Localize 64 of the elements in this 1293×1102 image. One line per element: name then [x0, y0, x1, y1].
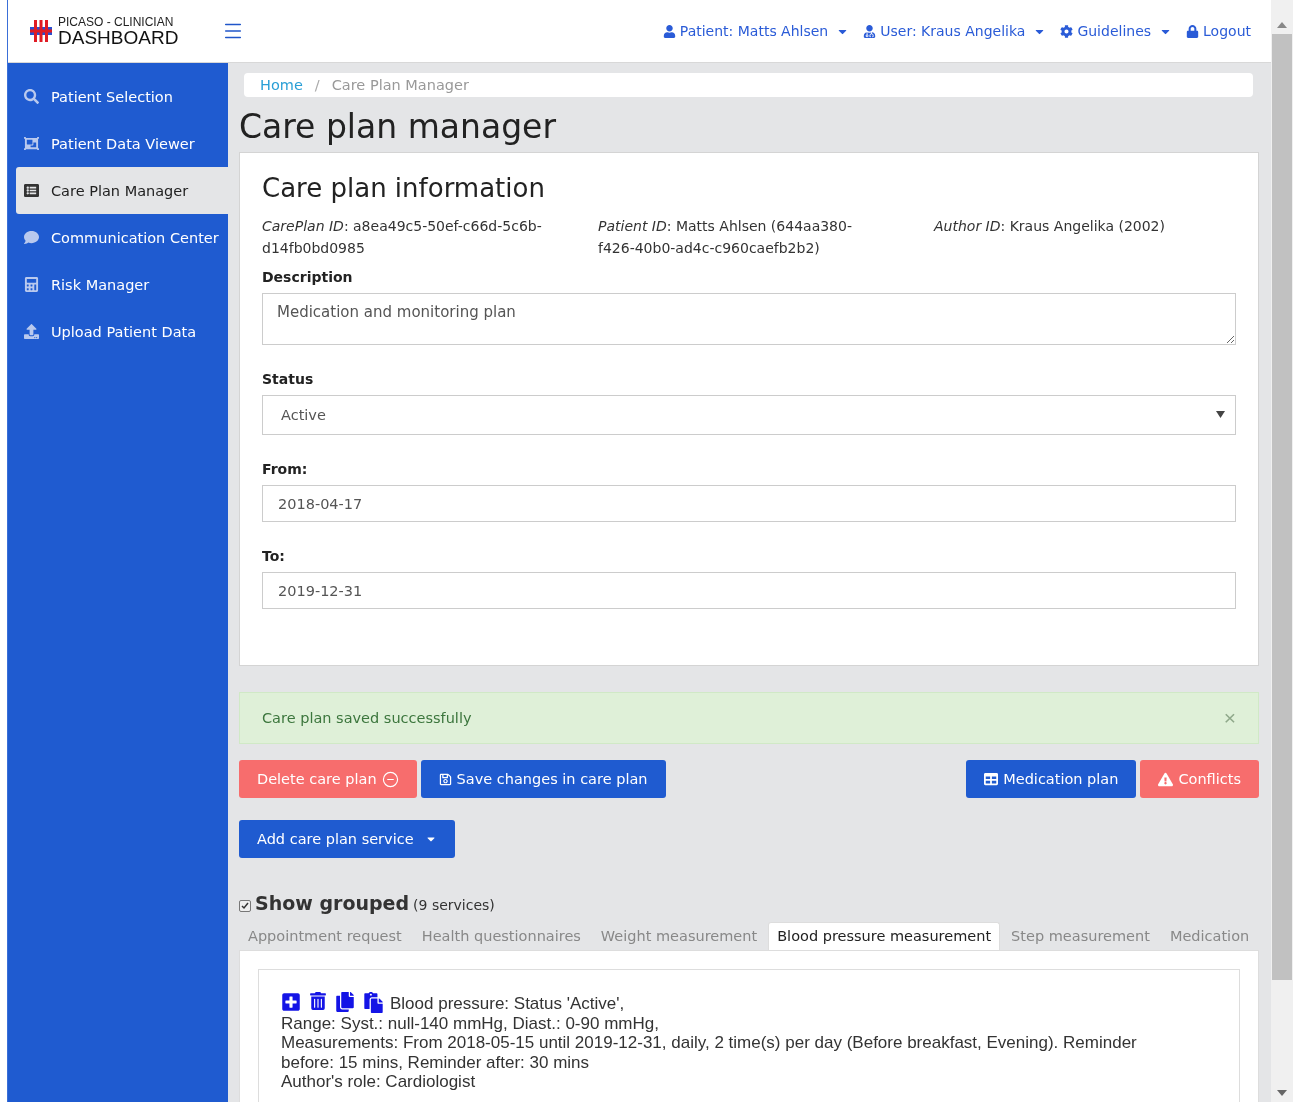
settings-icon [1060, 24, 1074, 38]
person-icon [662, 24, 676, 38]
field-label: Description [262, 269, 354, 285]
trash-icon[interactable] [309, 992, 327, 1010]
service-text: Blood pressure: Status 'Active', [281, 992, 1169, 1014]
alert-text: Care plan saved successfully [262, 710, 472, 726]
field-label: From: [262, 461, 309, 477]
lock-icon [1186, 24, 1200, 38]
paste-icon[interactable] [363, 992, 384, 1013]
date-field[interactable]: 2019-12-31 [262, 572, 1236, 609]
calculator-icon [24, 277, 39, 292]
scroll-down-icon[interactable] [1277, 1090, 1287, 1096]
nav-link[interactable]: Patient: Matts Ahlsen [662, 23, 850, 39]
info-text: CarePlan ID: a8ea49c5-50ef-c66d-5c6b-d14fb0bd0985 [262, 217, 543, 258]
breadcrumb-current: Care Plan Manager [331, 77, 469, 93]
upload-icon [24, 324, 39, 339]
brand-subtitle: PICASO - CLINICIAN [58, 15, 175, 28]
date-field[interactable]: 2018-04-17 [262, 485, 1236, 522]
nav-link[interactable]: Logout [1186, 23, 1251, 39]
status-select[interactable]: Active [262, 395, 1236, 435]
field-label: Status [262, 371, 315, 387]
brand-title: DASHBOARD [58, 27, 179, 47]
nav-link[interactable]: Guidelines [1060, 23, 1173, 39]
service-text: Range: Syst.: null-140 mmHg, Diast.: 0-90 mmHg, [281, 1013, 660, 1033]
info-text: Patient ID: Matts Ahlsen (644aa380-f426-40b0-ad4c-c960caefb2b2) [598, 217, 853, 258]
field-label: To: [262, 548, 286, 564]
info-text: Author ID: Kraus Angelika (2002) [934, 217, 1166, 236]
breadcrumb-link[interactable]: Home [260, 77, 303, 93]
sidebar-item[interactable]: Patient Selection [8, 73, 228, 120]
description-field[interactable]: Medication and monitoring plan [262, 293, 1236, 345]
checkbox-label: Show grouped [255, 892, 410, 914]
service-count: (9 services) [413, 897, 495, 913]
caret-icon [1216, 411, 1225, 418]
service-text: Measurements: From 2018-05-15 until 2019-12-31, daily, 2 time(s) per day (Before breakfast, Evening). Reminder before: 15 mins, Reminder after: 30 mins [281, 1033, 1138, 1072]
checkbox[interactable] [239, 900, 251, 912]
service-text: Author's role: Cardiologist [281, 1072, 477, 1092]
sidebar-item[interactable]: Care Plan Manager [16, 167, 228, 214]
add-icon[interactable] [281, 992, 301, 1012]
scroll-thumb[interactable] [1272, 34, 1292, 980]
chat-icon [24, 230, 39, 245]
tab[interactable]: Blood pressure measurement [768, 922, 1001, 950]
scroll-up-icon[interactable] [1277, 22, 1287, 28]
search-icon [24, 89, 39, 104]
doctor-icon [863, 24, 877, 38]
card-title: Care plan information [262, 173, 546, 203]
table-icon [984, 772, 999, 786]
sidebar-item[interactable]: Patient Data Viewer [8, 120, 228, 167]
warning-icon [1158, 771, 1174, 787]
add-service-button[interactable]: Add care plan service [239, 820, 455, 858]
logo-icon [30, 20, 52, 42]
sidebar-item[interactable]: Risk Manager [8, 261, 228, 308]
save-icon [438, 772, 452, 786]
scrollbar[interactable] [1271, 0, 1293, 1102]
page-title: Care plan manager [239, 107, 557, 146]
minus-circle-icon [381, 770, 399, 788]
sidebar-item[interactable]: Communication Center [8, 214, 228, 261]
nav-link[interactable]: User: Kraus Angelika [863, 23, 1047, 39]
medication-button[interactable]: Medication plan [966, 760, 1137, 798]
save-button[interactable]: Save changes in care plan [420, 760, 666, 798]
breadcrumb-separator: / [314, 77, 320, 93]
sidebar-item[interactable]: Upload Patient Data [8, 308, 228, 355]
list-icon [24, 183, 39, 198]
frame-icon [24, 136, 39, 151]
copy-icon[interactable] [335, 992, 355, 1012]
